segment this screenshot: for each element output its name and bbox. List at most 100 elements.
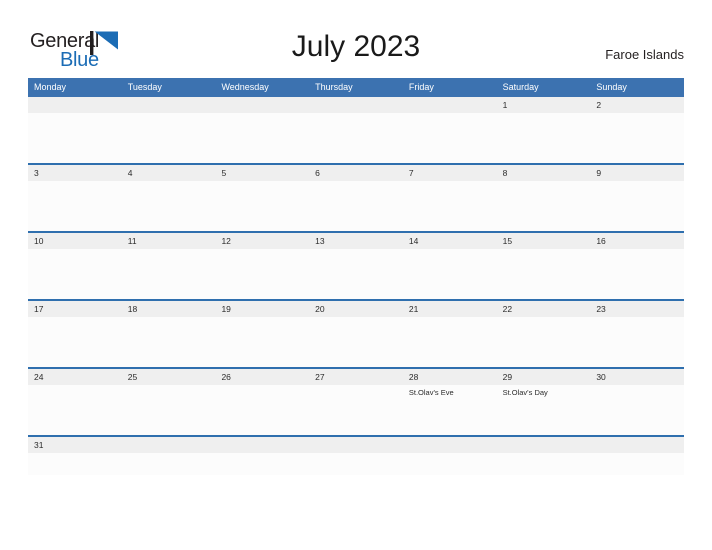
day-number-8[interactable]: 8	[497, 165, 591, 181]
day-cell-18[interactable]	[122, 317, 216, 367]
day-number-empty	[122, 97, 216, 113]
day-number-27[interactable]: 27	[309, 369, 403, 385]
day-number-25[interactable]: 25	[122, 369, 216, 385]
day-cell-13[interactable]	[309, 249, 403, 299]
day-cell-27[interactable]	[309, 385, 403, 435]
day-number-17[interactable]: 17	[28, 301, 122, 317]
day-number-14[interactable]: 14	[403, 233, 497, 249]
day-number-empty	[590, 437, 684, 453]
weekday-header-wednesday: Wednesday	[221, 82, 269, 92]
day-cell-19[interactable]	[215, 317, 309, 367]
day-cell-21[interactable]	[403, 317, 497, 367]
day-number-6[interactable]: 6	[309, 165, 403, 181]
day-number-21[interactable]: 21	[403, 301, 497, 317]
day-number-11[interactable]: 11	[122, 233, 216, 249]
day-number-5[interactable]: 5	[215, 165, 309, 181]
day-number-10[interactable]: 10	[28, 233, 122, 249]
holiday-label: St.Olav's Eve	[408, 388, 454, 397]
day-number-23[interactable]: 23	[590, 301, 684, 317]
day-number-29[interactable]: 29	[497, 369, 591, 385]
day-cell-26[interactable]	[215, 385, 309, 435]
day-cell-29[interactable]: St.Olav's Day	[497, 385, 591, 435]
day-cell-empty	[122, 113, 216, 163]
day-number-31[interactable]: 31	[28, 437, 122, 453]
calendar-week-row: 24 25 26 27 28 29 30 St.Olav's Eve St.Olav's Day	[28, 369, 684, 437]
week-event-strip	[28, 317, 684, 367]
day-cell-23[interactable]	[590, 317, 684, 367]
day-cell-6[interactable]	[309, 181, 403, 231]
day-cell-9[interactable]	[590, 181, 684, 231]
day-cell-2[interactable]	[590, 113, 684, 163]
weekday-header-saturday: Saturday	[502, 82, 539, 92]
day-cell-30[interactable]	[590, 385, 684, 435]
holiday-label: St.Olav's Day	[502, 388, 548, 397]
day-number-18[interactable]: 18	[122, 301, 216, 317]
region-label: Faroe Islands	[605, 47, 684, 62]
day-cell-empty	[309, 113, 403, 163]
calendar-week-row: 31	[28, 437, 684, 475]
day-cell-17[interactable]	[28, 317, 122, 367]
calendar-page: General Blue July 2023 Faroe Islands Mon…	[0, 0, 712, 550]
week-date-strip: 31	[28, 437, 684, 453]
day-number-16[interactable]: 16	[590, 233, 684, 249]
day-number-empty	[403, 437, 497, 453]
day-cell-28[interactable]: St.Olav's Eve	[403, 385, 497, 435]
day-number-15[interactable]: 15	[497, 233, 591, 249]
day-number-empty	[403, 97, 497, 113]
day-number-12[interactable]: 12	[215, 233, 309, 249]
day-cell-25[interactable]	[122, 385, 216, 435]
day-number-7[interactable]: 7	[403, 165, 497, 181]
day-cell-16[interactable]	[590, 249, 684, 299]
day-number-2[interactable]: 2	[590, 97, 684, 113]
day-cell-24[interactable]	[28, 385, 122, 435]
day-number-empty	[309, 97, 403, 113]
day-number-4[interactable]: 4	[122, 165, 216, 181]
day-number-28[interactable]: 28	[403, 369, 497, 385]
day-cell-31[interactable]	[28, 453, 122, 475]
day-cell-12[interactable]	[215, 249, 309, 299]
week-event-strip	[28, 181, 684, 231]
week-event-strip	[28, 249, 684, 299]
day-cell-empty	[215, 453, 309, 475]
day-number-empty	[497, 437, 591, 453]
day-cell-14[interactable]	[403, 249, 497, 299]
week-event-strip	[28, 453, 684, 475]
day-cell-15[interactable]	[497, 249, 591, 299]
day-number-30[interactable]: 30	[590, 369, 684, 385]
day-number-3[interactable]: 3	[28, 165, 122, 181]
calendar-grid: Monday Tuesday Wednesday Thursday Friday Satu…	[28, 78, 684, 475]
day-cell-20[interactable]	[309, 317, 403, 367]
day-number-26[interactable]: 26	[215, 369, 309, 385]
day-number-24[interactable]: 24	[28, 369, 122, 385]
day-cell-22[interactable]	[497, 317, 591, 367]
day-cell-empty	[590, 453, 684, 475]
day-number-9[interactable]: 9	[590, 165, 684, 181]
week-date-strip: 3456789	[28, 165, 684, 181]
day-cell-1[interactable]	[497, 113, 591, 163]
day-cell-empty	[28, 113, 122, 163]
day-cell-empty	[497, 453, 591, 475]
day-cell-8[interactable]	[497, 181, 591, 231]
day-number-1[interactable]: 1	[497, 97, 591, 113]
day-cell-5[interactable]	[215, 181, 309, 231]
weekday-header-sunday: Sunday	[596, 82, 627, 92]
calendar-week-row: 17 18 19 20 21 22 23	[28, 301, 684, 369]
day-cell-11[interactable]	[122, 249, 216, 299]
day-cell-10[interactable]	[28, 249, 122, 299]
week-date-strip: 10 11 12 13 14 15 16	[28, 233, 684, 249]
day-number-13[interactable]: 13	[309, 233, 403, 249]
day-cell-empty	[309, 453, 403, 475]
day-cell-7[interactable]	[403, 181, 497, 231]
day-number-empty	[215, 437, 309, 453]
day-number-19[interactable]: 19	[215, 301, 309, 317]
day-cell-3[interactable]	[28, 181, 122, 231]
day-number-22[interactable]: 22	[497, 301, 591, 317]
calendar-weeks: 1 2 3 4 5 6 7 8 9 10 11 12 13 14 15 16 17 18 19 20 21 22 23 24 2…	[28, 97, 684, 475]
day-cell-4[interactable]	[122, 181, 216, 231]
week-date-strip: 24 25 26 27 28 29 30	[28, 369, 684, 385]
weekday-header-thursday: Thursday	[315, 82, 353, 92]
calendar-week-row: 3456789	[28, 165, 684, 233]
calendar-week-row: 10 11 12 13 14 15 16	[28, 233, 684, 301]
day-number-20[interactable]: 20	[309, 301, 403, 317]
day-number-empty	[122, 437, 216, 453]
